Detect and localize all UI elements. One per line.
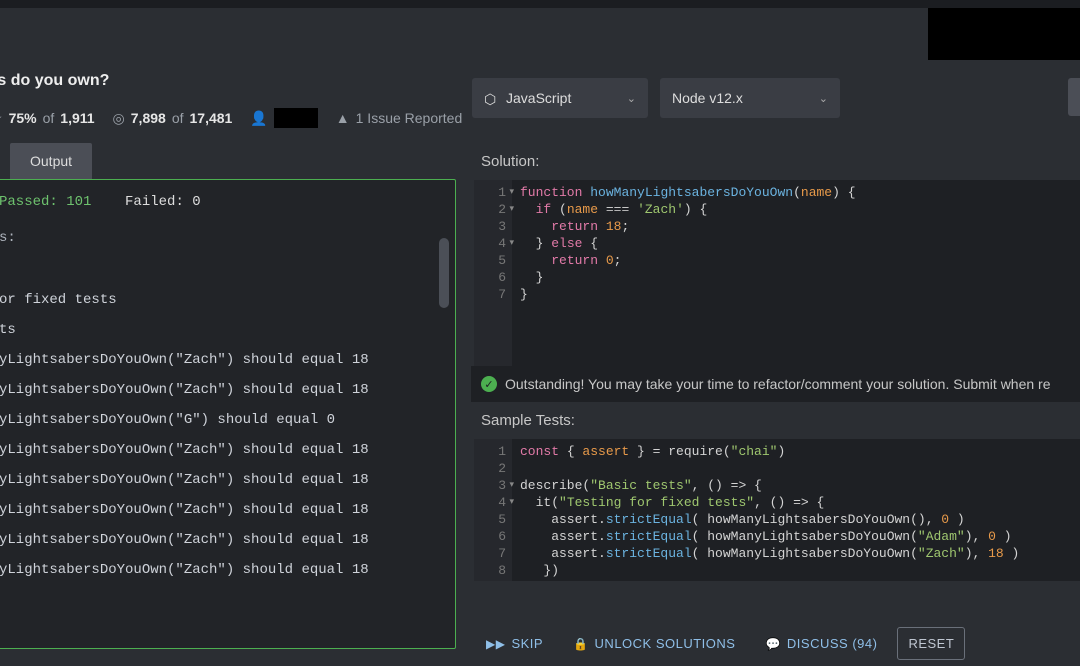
output-panel: Passed: 101 Failed: 0 s: or fixed tests …: [0, 179, 456, 649]
stat-issues-label: 1 Issue Reported: [356, 110, 463, 126]
test-result-line: yLightsabersDoYouOwn("Zach") should equa…: [0, 442, 441, 458]
stat-author: 👤: [250, 108, 317, 128]
stat-completions-total: 17,481: [190, 110, 233, 126]
author-redacted: [274, 108, 318, 128]
test-result-line: yLightsabersDoYouOwn("Zach") should equa…: [0, 472, 441, 488]
stat-of-label: of: [172, 110, 184, 126]
user-icon: 👤: [250, 110, 267, 127]
language-dropdown[interactable]: ⬡ JavaScript ⌄: [472, 78, 648, 118]
output-scrollbar[interactable]: [439, 238, 449, 308]
success-message: Outstanding! You may take your time to r…: [505, 376, 1051, 392]
test-summary: Passed: 101 Failed: 0: [0, 194, 441, 210]
unlock-solutions-button[interactable]: 🔒 UNLOCK SOLUTIONS: [563, 628, 745, 659]
success-banner: ✓ Outstanding! You may take your time to…: [471, 366, 1080, 402]
check-icon: ✓: [481, 376, 497, 392]
passed-count: Passed: 101: [0, 194, 91, 210]
lock-icon: 🔒: [573, 637, 588, 651]
test-result-line: yLightsabersDoYouOwn("Zach") should equa…: [0, 502, 441, 518]
editor-gutter: 123▾4▾5678: [474, 439, 512, 581]
stat-completions: ◎ 7,898 of 17,481: [113, 110, 233, 127]
test-heading-2: or fixed tests: [0, 292, 441, 308]
chat-icon: 💬: [765, 637, 780, 651]
sample-tests-editor[interactable]: 123▾4▾5678 const { assert } = require("c…: [471, 439, 1080, 581]
stat-satisfaction: ★ 75% of 1,911: [0, 110, 95, 127]
top-right-black-box: [928, 8, 1080, 60]
unlock-button-label: UNLOCK SOLUTIONS: [595, 636, 736, 651]
action-buttons: ▶▶ SKIP 🔒 UNLOCK SOLUTIONS 💬 DISCUSS (94…: [476, 627, 965, 660]
sample-tests-label: Sample Tests:: [471, 402, 1080, 439]
solution-editor[interactable]: 1▾2▾34▾567 function howManyLightsabersDo…: [471, 180, 1080, 366]
stat-completions-count: 7,898: [131, 110, 166, 126]
tab-output-label: Output: [30, 153, 72, 169]
stat-satisfaction-total: 1,911: [60, 110, 94, 126]
skip-button-label: SKIP: [511, 636, 543, 651]
runtime-dropdown-label: Node v12.x: [672, 90, 743, 106]
skip-button[interactable]: ▶▶ SKIP: [476, 628, 553, 659]
stats-row: ★ 75% of 1,911 ◎ 7,898 of 17,481 👤 ▲ 1 I…: [0, 108, 462, 128]
chevron-down-icon: ⌄: [819, 92, 828, 105]
stat-of-label: of: [43, 110, 55, 126]
solution-label: Solution:: [471, 143, 1080, 180]
reset-button-label: RESET: [908, 636, 954, 651]
star-icon: ★: [0, 110, 3, 127]
test-result-line: yLightsabersDoYouOwn("Zach") should equa…: [0, 562, 441, 578]
target-icon: ◎: [113, 110, 125, 127]
language-dropdown-label: JavaScript: [506, 90, 571, 106]
reset-button[interactable]: RESET: [897, 627, 965, 660]
chevron-down-icon: ⌄: [627, 92, 636, 105]
top-bar: [0, 0, 1080, 8]
warning-icon: ▲: [336, 110, 350, 126]
test-result-line: yLightsabersDoYouOwn("Zach") should equa…: [0, 382, 441, 398]
test-heading-3: ts: [0, 322, 441, 338]
stat-satisfaction-pct: 75%: [9, 110, 37, 126]
editor-gutter: 1▾2▾34▾567: [474, 180, 512, 366]
skip-icon: ▶▶: [486, 637, 505, 651]
test-heading-1: s:: [0, 230, 441, 246]
discuss-button-label: DISCUSS (94): [787, 636, 878, 651]
runtime-dropdown[interactable]: Node v12.x ⌄: [660, 78, 840, 118]
js-icon: ⬡: [484, 91, 498, 105]
kata-title: _any lightsabers do you own?: [0, 72, 109, 90]
failed-count: Failed: 0: [125, 194, 201, 210]
test-result-line: yLightsabersDoYouOwn("Zach") should equa…: [0, 532, 441, 548]
tab-output[interactable]: Output: [10, 143, 92, 179]
test-result-line: yLightsabersDoYouOwn("Zach") should equa…: [0, 352, 441, 368]
test-result-line: yLightsabersDoYouOwn("G") should equal 0: [0, 412, 441, 428]
sample-tests-code[interactable]: const { assert } = require("chai") descr…: [474, 439, 1080, 583]
stat-issues[interactable]: ▲ 1 Issue Reported: [336, 110, 462, 126]
discuss-button[interactable]: 💬 DISCUSS (94): [755, 628, 887, 659]
solution-code[interactable]: function howManyLightsabersDoYouOwn(name…: [474, 180, 1080, 307]
